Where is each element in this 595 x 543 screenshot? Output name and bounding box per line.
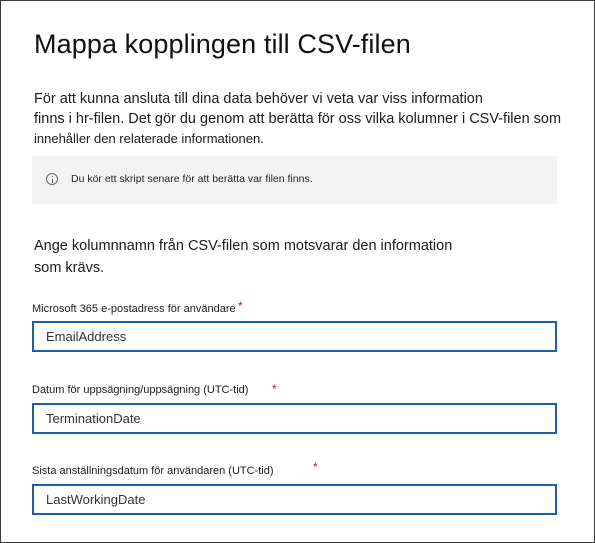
- termination-date-column-input[interactable]: [32, 403, 557, 434]
- last-working-date-column-input[interactable]: [32, 484, 557, 515]
- intro-line: finns i hr-filen. Det gör du genom att b…: [34, 111, 562, 127]
- intro-line: innehåller den relaterade informationen.: [34, 131, 264, 146]
- instruction-text: Ange kolumnnamn från CSV-filen som motsv…: [34, 235, 554, 279]
- required-marker: *: [313, 460, 318, 474]
- last-working-date-field-label: Sista anställningsdatum för användaren (…: [32, 465, 274, 477]
- instruction-line: som krävs.: [34, 260, 105, 276]
- termination-date-field-label: Datum för uppsägning/uppsägning (UTC-tid…: [32, 384, 249, 396]
- email-field-label: Microsoft 365 e-postadress för användare: [32, 303, 236, 315]
- page-title: Mappa kopplingen till CSV-filen: [34, 29, 411, 59]
- email-column-input[interactable]: [32, 321, 557, 352]
- csv-mapping-dialog: Mappa kopplingen till CSV-filen För att …: [0, 0, 595, 543]
- info-message-box: Du kör ett skript senare för att berätta…: [32, 156, 557, 204]
- instruction-line: Ange kolumnnamn från CSV-filen som motsv…: [34, 238, 453, 254]
- required-marker: *: [272, 382, 277, 396]
- required-marker: *: [238, 299, 243, 313]
- info-message-text: Du kör ett skript senare för att berätta…: [71, 173, 313, 185]
- intro-line: För att kunna ansluta till dina data beh…: [34, 91, 483, 107]
- info-icon: [46, 173, 58, 185]
- intro-text: För att kunna ansluta till dina data beh…: [34, 89, 574, 149]
